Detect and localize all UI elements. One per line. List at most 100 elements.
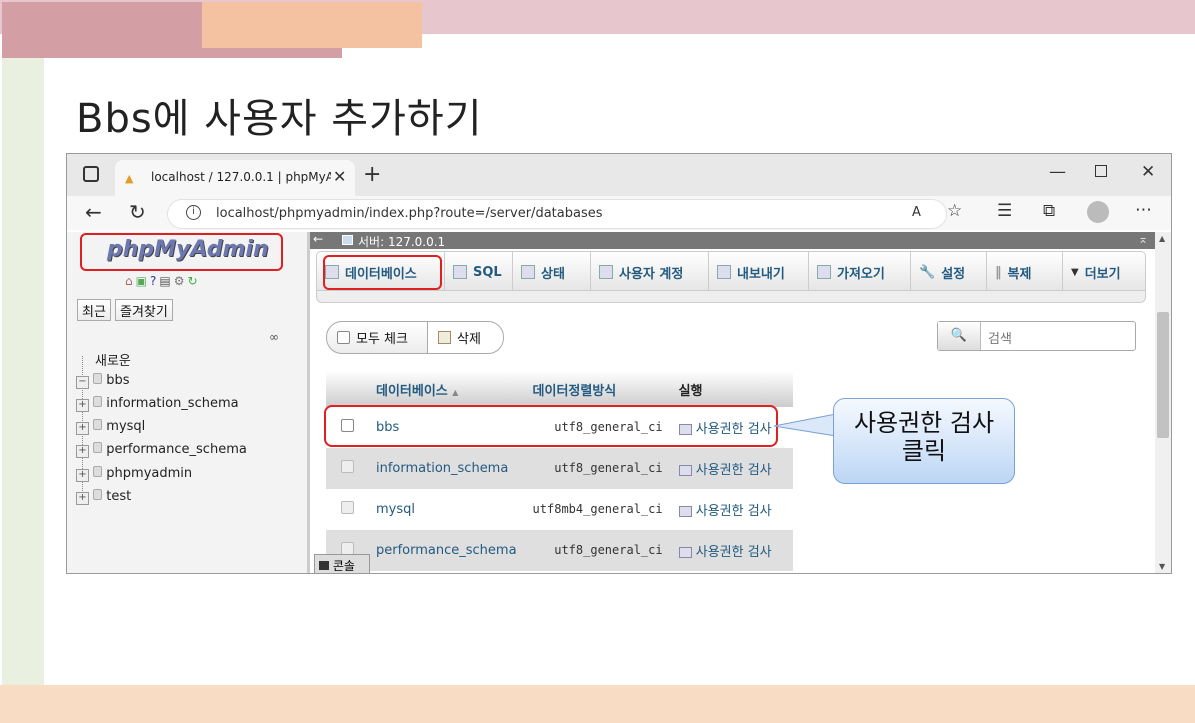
console-icon [319, 561, 329, 570]
row-checkbox[interactable] [340, 460, 354, 473]
database-icon [93, 489, 103, 500]
header-block-left [2, 2, 202, 58]
search-icon-button[interactable]: 🔍 [938, 322, 981, 350]
header-label: 데이터베이스 [376, 383, 448, 399]
check-all-button[interactable]: 모두 체크 [326, 321, 428, 354]
console-tab[interactable]: 콘솔 [314, 554, 370, 573]
user-accounts-icon [599, 265, 613, 279]
table-row: information_schema utf8_general_ci 사용권한 … [326, 448, 793, 489]
tab-export[interactable]: 내보내기 [709, 252, 809, 292]
more-menu-icon[interactable]: ⋯ [1135, 200, 1152, 220]
row-checkbox[interactable] [340, 501, 354, 514]
tree-item-test[interactable]: + test [76, 489, 131, 505]
tree-label: test [106, 489, 132, 504]
tab-status[interactable]: 상태 [513, 252, 591, 292]
favorites-button[interactable]: 즐겨찾기 [115, 299, 173, 321]
callout-bubble: 사용권한 검사 클릭 [833, 398, 1015, 484]
favorites-icon[interactable]: ☰ [997, 201, 1012, 221]
table-row: mysql utf8mb4_general_ci 사용권한 검사 [326, 489, 793, 530]
tab-label: SQL [473, 264, 502, 280]
tab-import[interactable]: 가져오기 [809, 252, 911, 292]
tree-item-new[interactable]: 새로운 [95, 350, 131, 369]
tree-item-phpmyadmin[interactable]: + phpmyadmin [76, 466, 192, 482]
tree-item-information-schema[interactable]: + information_schema [76, 396, 239, 412]
check-all-checkbox[interactable] [337, 331, 350, 344]
new-tab-icon[interactable]: + [363, 162, 381, 187]
recent-button[interactable]: 최근 [77, 299, 111, 321]
tab-user-accounts[interactable]: 사용자 계정 [591, 252, 709, 292]
close-window-icon[interactable]: ✕ [1141, 162, 1155, 182]
link-icon[interactable]: ∞ [269, 330, 279, 344]
site-info-icon[interactable]: i [186, 205, 201, 220]
help-icon[interactable]: ? [150, 274, 156, 288]
tab-label: 더보기 [1084, 266, 1121, 282]
tab-settings[interactable]: 🔧 설정 [911, 252, 987, 292]
browser-window: ▲ localhost / 127.0.0.1 | phpMyAdm ✕ + —… [66, 153, 1172, 574]
pma-favicon-icon: ▲ [125, 172, 134, 185]
delete-label: 삭제 [457, 332, 481, 347]
minimize-icon[interactable]: — [1049, 162, 1066, 182]
tab-label: 내보내기 [737, 266, 785, 282]
scroll-down-icon[interactable]: ▼ [1159, 562, 1165, 571]
left-side-stripe [2, 58, 44, 723]
database-icon [93, 373, 103, 384]
collapse-icon[interactable]: − [76, 376, 89, 389]
export-icon [717, 265, 731, 279]
privileges-link[interactable]: 사용권한 검사 [678, 504, 772, 519]
address-bar[interactable]: i localhost/phpmyadmin/index.php?route=/… [167, 199, 947, 229]
expand-icon[interactable]: + [76, 399, 89, 412]
reload-icon[interactable]: ↻ [129, 200, 146, 224]
home-icon[interactable]: ⌂ [125, 274, 133, 288]
close-tab-icon[interactable]: ✕ [333, 167, 346, 186]
scroll-up-icon[interactable]: ▲ [1159, 234, 1165, 243]
wrench-icon: 🔧 [919, 264, 936, 280]
server-label[interactable]: 서버: 127.0.0.1 [358, 233, 445, 250]
search-box[interactable]: 🔍 검색 [937, 321, 1136, 351]
privileges-link[interactable]: 사용권한 검사 [678, 545, 772, 560]
tree-label: bbs [106, 373, 130, 388]
tree-item-performance-schema[interactable]: + performance_schema [76, 442, 247, 458]
header-collation[interactable]: 데이터정렬방식 [524, 371, 671, 407]
delete-button[interactable]: 삭제 [427, 321, 504, 354]
tab-label: 상태 [541, 266, 565, 282]
tab-replication[interactable]: ‖ 복제 [987, 252, 1063, 292]
scroll-thumb[interactable] [1157, 312, 1169, 438]
database-link[interactable]: performance_schema [376, 543, 517, 558]
tab-actions-icon[interactable] [83, 166, 99, 182]
header-label: 실행 [678, 383, 703, 399]
tab-sql[interactable]: SQL [445, 252, 513, 292]
collation-value: utf8_general_ci [554, 461, 663, 475]
url-text: localhost/phpmyadmin/index.php?route=/se… [216, 206, 603, 221]
collections-icon[interactable]: ⧉ [1043, 201, 1055, 221]
privileges-link[interactable]: 사용권한 검사 [678, 463, 772, 478]
tree-item-mysql[interactable]: + mysql [76, 419, 145, 435]
privileges-icon [678, 547, 692, 558]
read-aloud-icon[interactable]: A [912, 205, 921, 220]
reload-nav-icon[interactable]: ↻ [187, 274, 197, 288]
database-link[interactable]: information_schema [376, 461, 508, 476]
status-icon [521, 265, 535, 279]
search-input[interactable]: 검색 [988, 328, 1012, 347]
profile-avatar[interactable] [1087, 201, 1109, 223]
logout-icon[interactable]: ▣ [136, 274, 147, 288]
expand-icon[interactable]: + [76, 445, 89, 458]
browser-tab[interactable]: ▲ localhost / 127.0.0.1 | phpMyAdm ✕ [115, 160, 355, 196]
minimize-panel-icon[interactable]: ⌅ [1138, 232, 1148, 246]
docs-icon[interactable]: ▤ [159, 274, 170, 288]
settings-icon[interactable]: ⚙ [174, 274, 185, 288]
highlight-databases-tab [323, 255, 442, 290]
favorite-star-icon[interactable]: ☆ [947, 201, 962, 221]
expand-icon[interactable]: + [76, 492, 89, 505]
maximize-icon[interactable] [1095, 165, 1107, 177]
tab-more[interactable]: ▼ 더보기 [1063, 252, 1145, 292]
scrollbar[interactable]: ▲ ▼ [1155, 232, 1171, 573]
tree-item-bbs[interactable]: − bbs [76, 373, 130, 389]
header-database[interactable]: 데이터베이스 ▲ [368, 371, 525, 407]
expand-icon[interactable]: + [76, 422, 89, 435]
tab-label: 설정 [941, 266, 966, 282]
tab-label: 사용자 계정 [619, 266, 684, 282]
collapse-nav-icon[interactable]: ← [313, 232, 323, 246]
back-icon[interactable]: ← [85, 200, 102, 224]
database-link[interactable]: mysql [376, 502, 415, 517]
expand-icon[interactable]: + [76, 469, 89, 482]
